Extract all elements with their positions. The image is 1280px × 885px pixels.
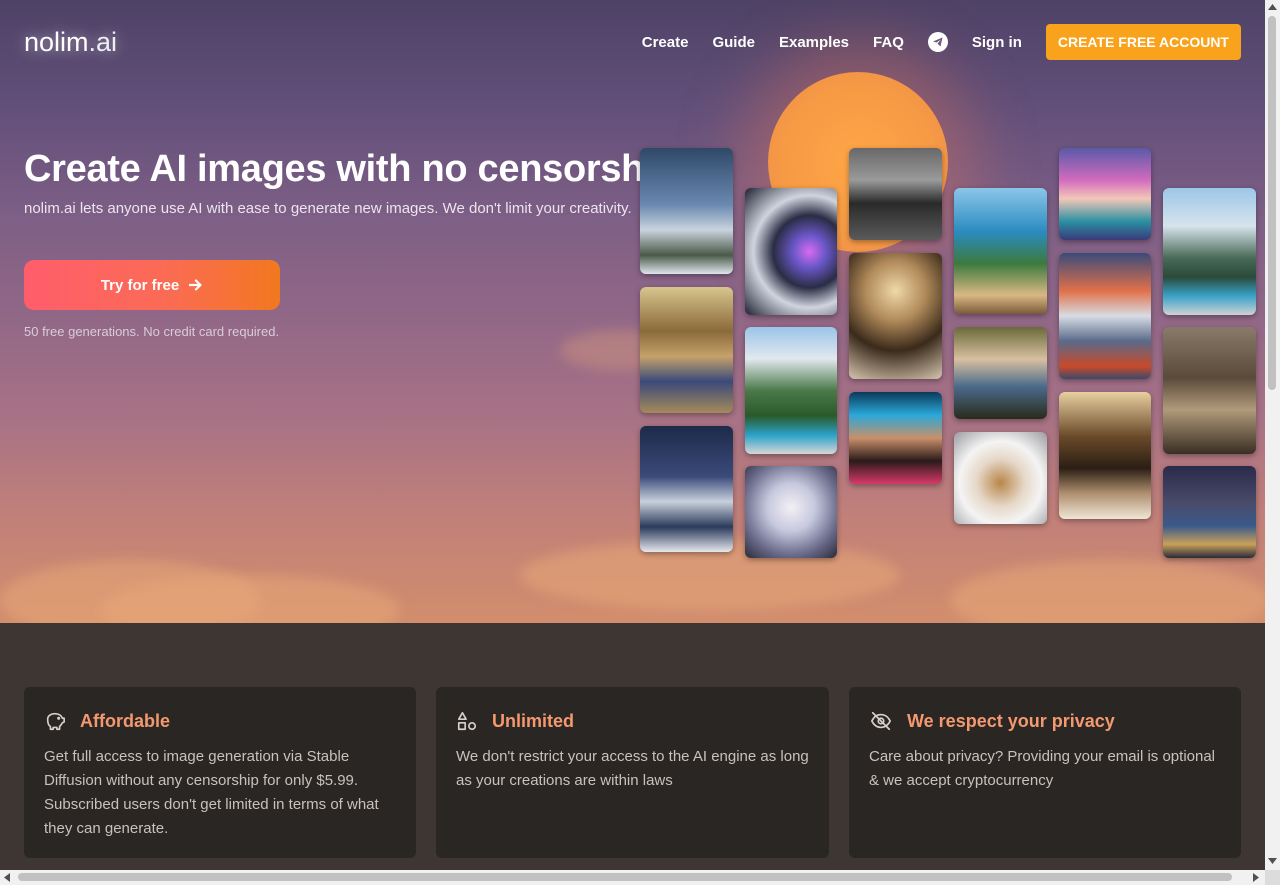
gallery-image-glass-house[interactable]: [1163, 188, 1256, 315]
hero-cloud: [950, 560, 1265, 623]
page-viewport: nolim.ai Create Guide Examples FAQ Sign …: [0, 0, 1265, 870]
feature-text: Get full access to image generation via …: [44, 748, 379, 837]
horizontal-scrollbar[interactable]: [0, 870, 1265, 885]
gallery-image-luxury-hallway[interactable]: [1059, 392, 1151, 519]
gallery-image-red-mountains[interactable]: [1059, 253, 1151, 379]
horizontal-scroll-thumb[interactable]: [18, 873, 1232, 881]
feature-card-affordable: Affordable Get full access to image gene…: [24, 687, 416, 858]
gallery-image-renaissance-woman[interactable]: [954, 327, 1047, 419]
feature-title: Affordable: [80, 710, 170, 731]
gallery-image-lake-villa[interactable]: [954, 188, 1047, 314]
gallery-image-puppy-bunny-hat[interactable]: [954, 432, 1047, 524]
try-for-free-button[interactable]: Try for free: [24, 260, 280, 310]
arrow-right-icon: [189, 279, 202, 291]
scroll-left-icon[interactable]: [4, 873, 10, 882]
eye-slash-icon: [870, 711, 892, 731]
nav-links: Create Guide Examples FAQ Sign in CREATE…: [618, 24, 1241, 60]
gallery-image-city-night[interactable]: [1163, 466, 1256, 558]
gallery-image-mountain-starburst[interactable]: [640, 148, 733, 274]
hero-section: nolim.ai Create Guide Examples FAQ Sign …: [0, 0, 1265, 623]
feature-card-privacy: We respect your privacy Care about priva…: [849, 687, 1241, 858]
try-for-free-label: Try for free: [100, 276, 180, 294]
gallery-image-robot-woman[interactable]: [745, 188, 837, 315]
gallery-image-white-hair-woman[interactable]: [745, 466, 837, 558]
nav-link-faq[interactable]: FAQ: [873, 34, 904, 51]
gallery-image-snowy-peaks[interactable]: [640, 426, 733, 552]
scroll-down-icon[interactable]: [1268, 858, 1277, 864]
sign-in-link[interactable]: Sign in: [972, 34, 1022, 51]
piggy-bank-icon: [46, 712, 65, 731]
gallery-image-pink-hair-girl[interactable]: [1059, 148, 1151, 240]
shapes-icon: [457, 711, 477, 731]
gallery-image-chandelier-lobby[interactable]: [849, 253, 942, 379]
hero-subtitle: nolim.ai lets anyone use AI with ease to…: [24, 200, 632, 217]
scroll-right-icon[interactable]: [1253, 873, 1259, 882]
vertical-scroll-thumb[interactable]: [1268, 16, 1276, 390]
top-nav: nolim.ai Create Guide Examples FAQ Sign …: [0, 0, 1265, 84]
create-account-button[interactable]: CREATE FREE ACCOUNT: [1045, 24, 1241, 60]
scroll-up-icon[interactable]: [1268, 4, 1277, 10]
feature-text: Care about privacy? Providing your email…: [869, 748, 1216, 789]
gallery-image-suited-man-city[interactable]: [849, 148, 942, 240]
hero-title: Create AI images with no censorship: [24, 148, 678, 190]
gallery-image-monkey-group[interactable]: [1163, 327, 1256, 454]
vertical-scrollbar[interactable]: [1265, 0, 1280, 870]
hero-note: 50 free generations. No credit card requ…: [24, 324, 280, 339]
nav-link-create[interactable]: Create: [642, 34, 689, 51]
gallery-image-glass-house-pool[interactable]: [745, 327, 837, 454]
feature-text: We don't restrict your access to the AI …: [456, 748, 809, 789]
feature-title: We respect your privacy: [907, 710, 1115, 731]
site-logo[interactable]: nolim.ai: [24, 27, 117, 58]
gallery-image-neon-bearded-man[interactable]: [849, 392, 942, 484]
nav-link-guide[interactable]: Guide: [712, 34, 755, 51]
nav-link-examples[interactable]: Examples: [779, 34, 849, 51]
features-section: Affordable Get full access to image gene…: [0, 623, 1265, 870]
feature-title: Unlimited: [492, 710, 575, 731]
gallery-image-monkey-family-portrait[interactable]: [640, 287, 733, 413]
scrollbar-corner: [1265, 870, 1280, 885]
feature-card-unlimited: Unlimited We don't restrict your access …: [436, 687, 829, 858]
telegram-icon[interactable]: [927, 32, 948, 52]
